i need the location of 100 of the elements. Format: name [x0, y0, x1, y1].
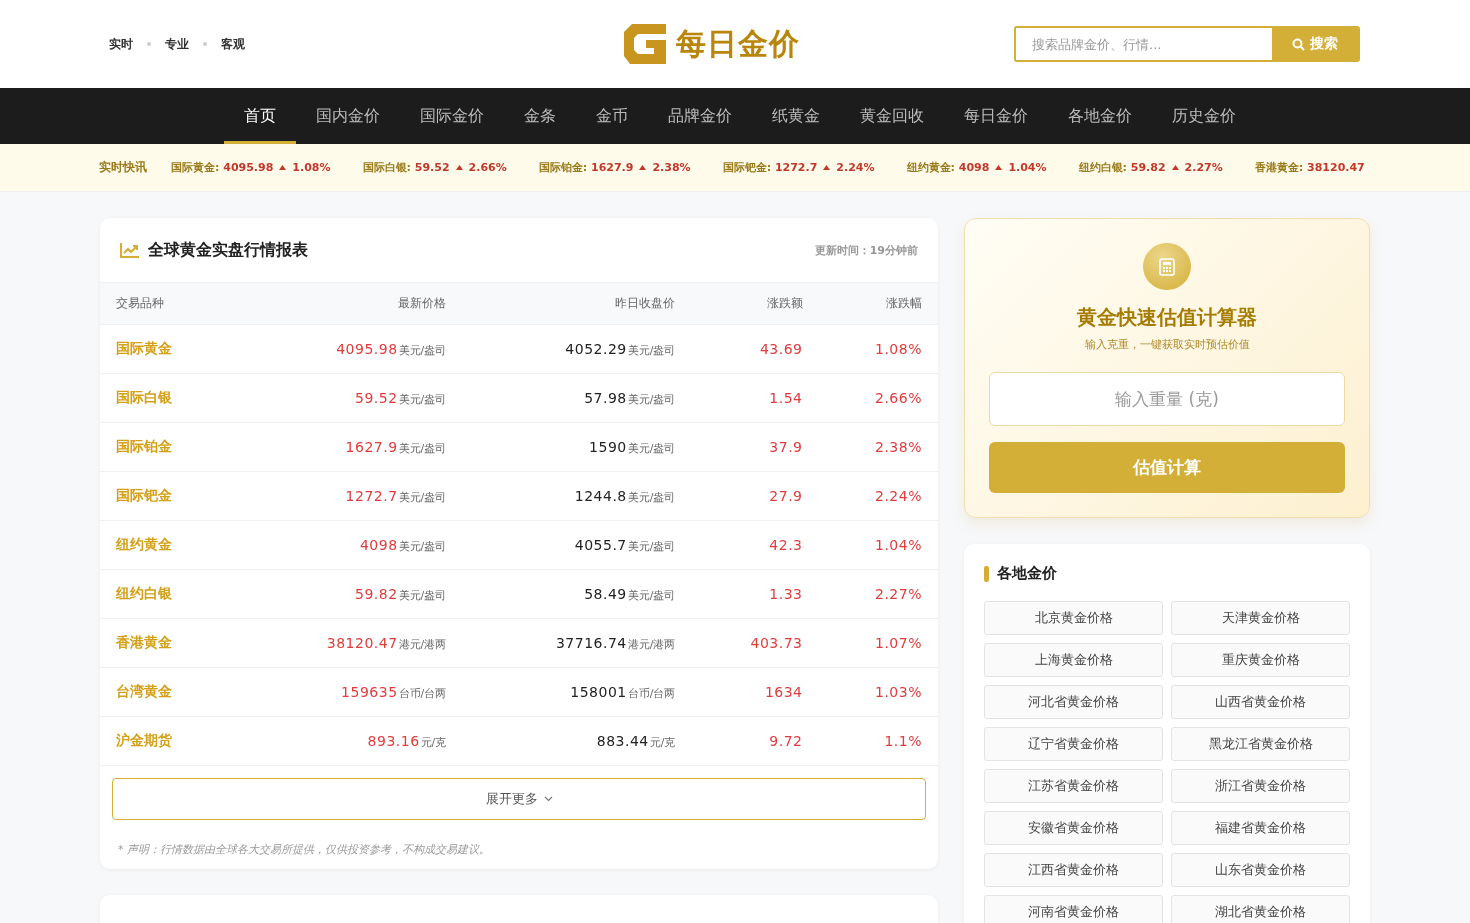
table-cell: 国际黄金: [100, 324, 234, 374]
ticker-quote: 纽约黄金: 4098: [906, 160, 990, 175]
table-cell: 4055.7 美元/盎司: [462, 520, 692, 570]
region-link[interactable]: 天津黄金价格: [1171, 601, 1350, 635]
table-cell: 2.38%: [818, 422, 938, 472]
table-cell: 香港黄金: [100, 618, 234, 668]
nav-tab[interactable]: 国际金价: [400, 88, 504, 144]
region-link[interactable]: 山西省黄金价格: [1171, 685, 1350, 719]
up-arrow-icon: [823, 165, 831, 170]
region-link[interactable]: 湖北省黄金价格: [1171, 895, 1350, 923]
region-link[interactable]: 黑龙江省黄金价格: [1171, 727, 1350, 761]
table-cell: 2.24%: [818, 471, 938, 521]
region-link[interactable]: 北京黄金价格: [984, 601, 1163, 635]
logo-icon: [623, 24, 666, 64]
table-cell: 883.44元/克: [462, 716, 692, 766]
table-cell: 158001 台币/台两: [462, 667, 692, 717]
table-cell: 59.52 美元/盎司: [233, 373, 463, 423]
region-link[interactable]: 山东省黄金价格: [1171, 853, 1350, 887]
table-cell: 2.66%: [818, 373, 938, 423]
table-cell: 42.3: [691, 520, 819, 570]
region-link[interactable]: 江西省黄金价格: [984, 853, 1163, 887]
table-cell: 国际铂金: [100, 422, 234, 472]
nav-tab[interactable]: 历史金价: [1152, 88, 1256, 144]
ticker-change: 2.38%: [652, 161, 691, 174]
region-link[interactable]: 重庆黄金价格: [1171, 643, 1350, 677]
region-link[interactable]: 河南省黄金价格: [984, 895, 1163, 923]
nav-tab[interactable]: 纸黄金: [752, 88, 840, 144]
chart-line-icon: [120, 242, 140, 258]
table-cell: 1.54: [691, 373, 819, 423]
table-cell: 1590美元/盎司: [462, 422, 692, 472]
table-cell: 57.98 美元/盎司: [462, 373, 692, 423]
region-link[interactable]: 河北省黄金价格: [984, 685, 1163, 719]
table-cell: 纽约白银: [100, 569, 234, 619]
ticker-change: 1.04%: [1008, 161, 1047, 174]
expand-button[interactable]: 展开更多: [112, 778, 926, 820]
table-cell: 27.9: [691, 471, 819, 521]
table-cell: 1244.8 美元/盎司: [462, 471, 692, 521]
table-cell: 1.08%: [818, 324, 938, 374]
table-cell: 国际白银: [100, 373, 234, 423]
table-cell: 38120.47 港元/港两: [233, 618, 463, 668]
slogan-tag: 实时: [109, 35, 133, 53]
table-cell: 37716.74港元/港两: [462, 618, 692, 668]
ticker-change: 2.24%: [836, 161, 875, 174]
region-link[interactable]: 江苏省黄金价格: [984, 769, 1163, 803]
table-cell: 37.9: [691, 422, 819, 472]
nav-tab[interactable]: 每日金价: [944, 88, 1048, 144]
table-cell: 1.07%: [818, 618, 938, 668]
disclaimer: * 声明：行情数据由全球各大交易所提供，仅供投资参考，不构成交易建议。: [117, 842, 491, 858]
separator-dot: [147, 42, 151, 46]
up-arrow-icon: [279, 165, 287, 170]
region-link[interactable]: 安徽省黄金价格: [984, 811, 1163, 845]
update-time: 更新时间：19分钟前: [814, 242, 918, 258]
up-arrow-icon: [639, 165, 647, 170]
nav-tab[interactable]: 品牌金价: [648, 88, 752, 144]
up-arrow-icon: [995, 165, 1003, 170]
table-cell: 59.82 美元/盎司: [233, 569, 463, 619]
table-cell: 1634: [691, 667, 819, 717]
region-link[interactable]: 浙江省黄金价格: [1171, 769, 1350, 803]
search-icon: [1292, 37, 1305, 51]
table-cell: 国际钯金: [100, 471, 234, 521]
table-cell: 43.69: [691, 324, 819, 374]
weight-input-field[interactable]: 输入重量 (克): [989, 372, 1345, 426]
table-cell: 1.03%: [818, 667, 938, 717]
column-header: 最新价格: [233, 282, 463, 325]
table-cell: 58.49 美元/盎司: [462, 569, 692, 619]
region-link[interactable]: 上海黄金价格: [984, 643, 1163, 677]
nav-tab[interactable]: 各地金价: [1048, 88, 1152, 144]
table-cell: 4095.98 美元/盎司: [233, 324, 463, 374]
ticker-quote: 国际白银: 59.52: [362, 160, 450, 175]
nav-tab[interactable]: 金条: [504, 88, 576, 144]
up-arrow-icon: [455, 165, 463, 170]
ticker-label: 实时快讯: [99, 159, 147, 176]
card-title: 各地金价: [997, 564, 1057, 583]
region-link[interactable]: 辽宁省黄金价格: [984, 727, 1163, 761]
calculator-icon: [1143, 243, 1191, 291]
title-accent-bar: [984, 565, 989, 582]
table-cell: 1.1%: [818, 716, 938, 766]
table-cell: 1627.9 美元/盎司: [233, 422, 463, 472]
ticker-quote: 国际铂金: 1627.9: [538, 160, 634, 175]
chevron-down-icon: [543, 796, 553, 802]
calculator-title: 黄金快速估值计算器: [1077, 304, 1257, 332]
nav-tab[interactable]: 金币: [576, 88, 648, 144]
ticker-quote: 国际钯金: 1272.7: [722, 160, 818, 175]
nav-tab[interactable]: 黄金回收: [840, 88, 944, 144]
calculator-subtitle: 输入克重，一键获取实时预估价值: [1084, 337, 1250, 353]
ticker-quote: 纽约白银: 59.82: [1078, 160, 1166, 175]
table-cell: 台湾黄金: [100, 667, 234, 717]
table-cell: 2.27%: [818, 569, 938, 619]
table-cell: 9.72: [691, 716, 819, 766]
region-link[interactable]: 福建省黄金价格: [1171, 811, 1350, 845]
slogan-tag: 专业: [165, 35, 189, 53]
column-header: 昨日收盘价: [462, 282, 692, 325]
nav-tab[interactable]: 国内金价: [296, 88, 400, 144]
table-cell: 1.33: [691, 569, 819, 619]
ticker-change: 2.27%: [1184, 161, 1223, 174]
table-cell: 893.16元/克: [233, 716, 463, 766]
column-header: 涨跌额: [691, 282, 819, 325]
table-cell: 1272.7 美元/盎司: [233, 471, 463, 521]
column-header: 交易品种: [100, 282, 234, 325]
table-cell: 1.04%: [818, 520, 938, 570]
